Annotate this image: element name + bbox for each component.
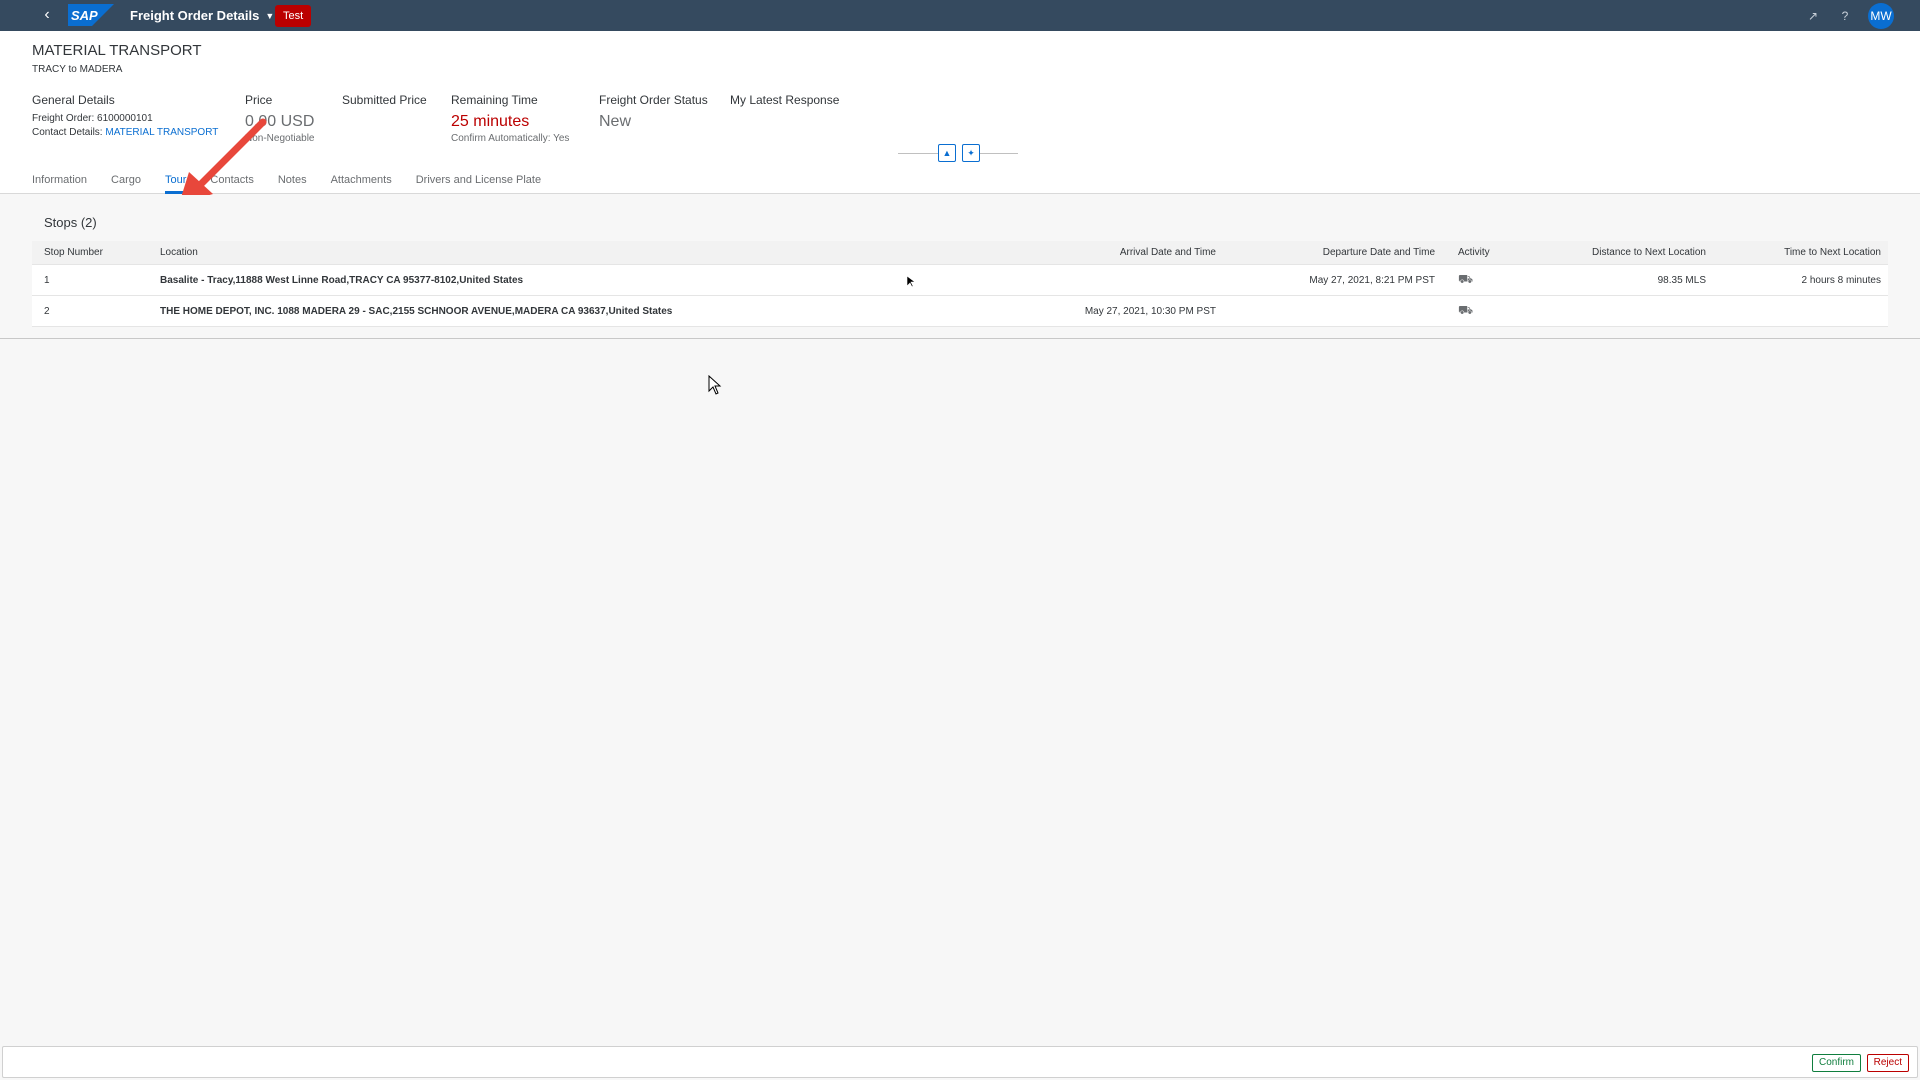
general-details-label: General Details	[32, 93, 115, 107]
price-value: 0.00 USD	[245, 113, 315, 130]
confirm-button[interactable]: Confirm	[1811, 1054, 1861, 1072]
truck-load-icon[interactable]: ⛟	[1458, 272, 1473, 288]
link-icon[interactable]: ↗	[1804, 7, 1822, 25]
tab-bar: Information Cargo Tour Contacts Notes At…	[32, 171, 541, 194]
help-icon[interactable]: ?	[1836, 7, 1854, 25]
environment-badge: Test	[275, 5, 312, 27]
column-header-distance: Distance to Next Location	[1592, 247, 1706, 258]
tour-section: Stops (2) Stop Number Location Arrival D…	[0, 195, 1920, 339]
tab-cargo[interactable]: Cargo	[111, 171, 141, 194]
remaining-time-label: Remaining Time	[451, 93, 538, 107]
tab-tour[interactable]: Tour	[165, 171, 187, 194]
column-header-activity: Activity	[1458, 247, 1490, 258]
stops-title: Stops (2)	[44, 215, 97, 230]
latest-response-label: My Latest Response	[730, 93, 840, 107]
stop-location: THE HOME DEPOT, INC. 1088 MADERA 29 - SA…	[160, 305, 673, 317]
stop-number: 2	[44, 305, 50, 317]
back-icon[interactable]: ‹	[38, 6, 56, 24]
table-row[interactable]: 1 Basalite - Tracy,11888 West Linne Road…	[32, 265, 1888, 296]
chevron-down-icon: ▼	[265, 10, 275, 21]
table-row[interactable]: 2 THE HOME DEPOT, INC. 1088 MADERA 29 - …	[32, 296, 1888, 327]
submitted-price-block: Submitted Price	[342, 93, 427, 113]
tab-contacts[interactable]: Contacts	[210, 171, 253, 194]
tab-attachments[interactable]: Attachments	[331, 171, 392, 194]
remaining-time-block: Remaining Time 25 minutes Confirm Automa…	[451, 93, 569, 144]
page-title: MATERIAL TRANSPORT	[32, 42, 202, 59]
freight-order-number: Freight Order: 6100000101	[32, 113, 153, 124]
stop-location: Basalite - Tracy,11888 West Linne Road,T…	[160, 274, 524, 286]
header-toggles: ▲ ✦	[898, 144, 1018, 162]
tab-information[interactable]: Information	[32, 171, 87, 194]
sap-logo[interactable]: SAP	[68, 4, 114, 26]
stop-number: 1	[44, 274, 50, 286]
divider	[980, 153, 1018, 154]
pin-header-button[interactable]: ✦	[962, 144, 980, 162]
divider	[898, 153, 938, 154]
stop-arrival: May 27, 2021, 10:30 PM PST	[1084, 305, 1216, 317]
cursor-icon	[907, 276, 915, 288]
avatar[interactable]: MW	[1868, 3, 1894, 29]
confirm-automatically-note: Confirm Automatically: Yes	[451, 133, 570, 144]
truck-load-icon[interactable]: ⛟	[1458, 303, 1473, 319]
app-title-menu[interactable]: Freight Order Details ▼	[130, 8, 274, 23]
submitted-price-label: Submitted Price	[342, 93, 427, 107]
page-subtitle: TRACY to MADERA	[32, 64, 123, 75]
column-header-location: Location	[160, 247, 198, 258]
price-label: Price	[245, 93, 273, 107]
stop-departure: May 27, 2021, 8:21 PM PST	[1309, 274, 1435, 286]
stop-time: 2 hours 8 minutes	[1801, 274, 1882, 286]
collapse-header-button[interactable]: ▲	[938, 144, 956, 162]
cursor-icon	[708, 375, 722, 395]
remaining-time-value: 25 minutes	[451, 113, 530, 130]
contact-details-link[interactable]: MATERIAL TRANSPORT	[105, 127, 218, 138]
column-header-time: Time to Next Location	[1784, 247, 1881, 258]
general-details: General Details Freight Order: 610000010…	[32, 93, 218, 141]
tab-drivers-and-license-plate[interactable]: Drivers and License Plate	[416, 171, 541, 194]
stops-table: Stop Number Location Arrival Date and Ti…	[32, 241, 1888, 327]
stop-distance: 98.35 MLS	[1657, 274, 1706, 286]
status-block: Freight Order Status New	[599, 93, 708, 133]
price-note: Non-Negotiable	[245, 133, 315, 144]
price-block: Price 0.00 USD Non-Negotiable	[245, 93, 315, 144]
column-header-departure: Departure Date and Time	[1322, 247, 1435, 258]
shell-bar: ‹ SAP Freight Order Details ▼ Test ↗ ? M…	[0, 0, 1920, 31]
reject-button[interactable]: Reject	[1866, 1054, 1909, 1072]
latest-response-block: My Latest Response	[730, 93, 839, 113]
tab-notes[interactable]: Notes	[278, 171, 307, 194]
status-label: Freight Order Status	[599, 93, 708, 107]
app-title: Freight Order Details	[130, 8, 260, 23]
column-header-arrival: Arrival Date and Time	[1119, 247, 1216, 258]
svg-text:SAP: SAP	[71, 8, 98, 23]
table-header: Stop Number Location Arrival Date and Ti…	[32, 241, 1888, 265]
status-value: New	[599, 113, 632, 130]
footer-toolbar: Confirm Reject	[2, 1046, 1918, 1078]
contact-details-label: Contact Details:	[32, 127, 103, 138]
object-page-header: MATERIAL TRANSPORT TRACY to MADERA Gener…	[0, 31, 1920, 204]
column-header-stop-number: Stop Number	[44, 247, 103, 258]
